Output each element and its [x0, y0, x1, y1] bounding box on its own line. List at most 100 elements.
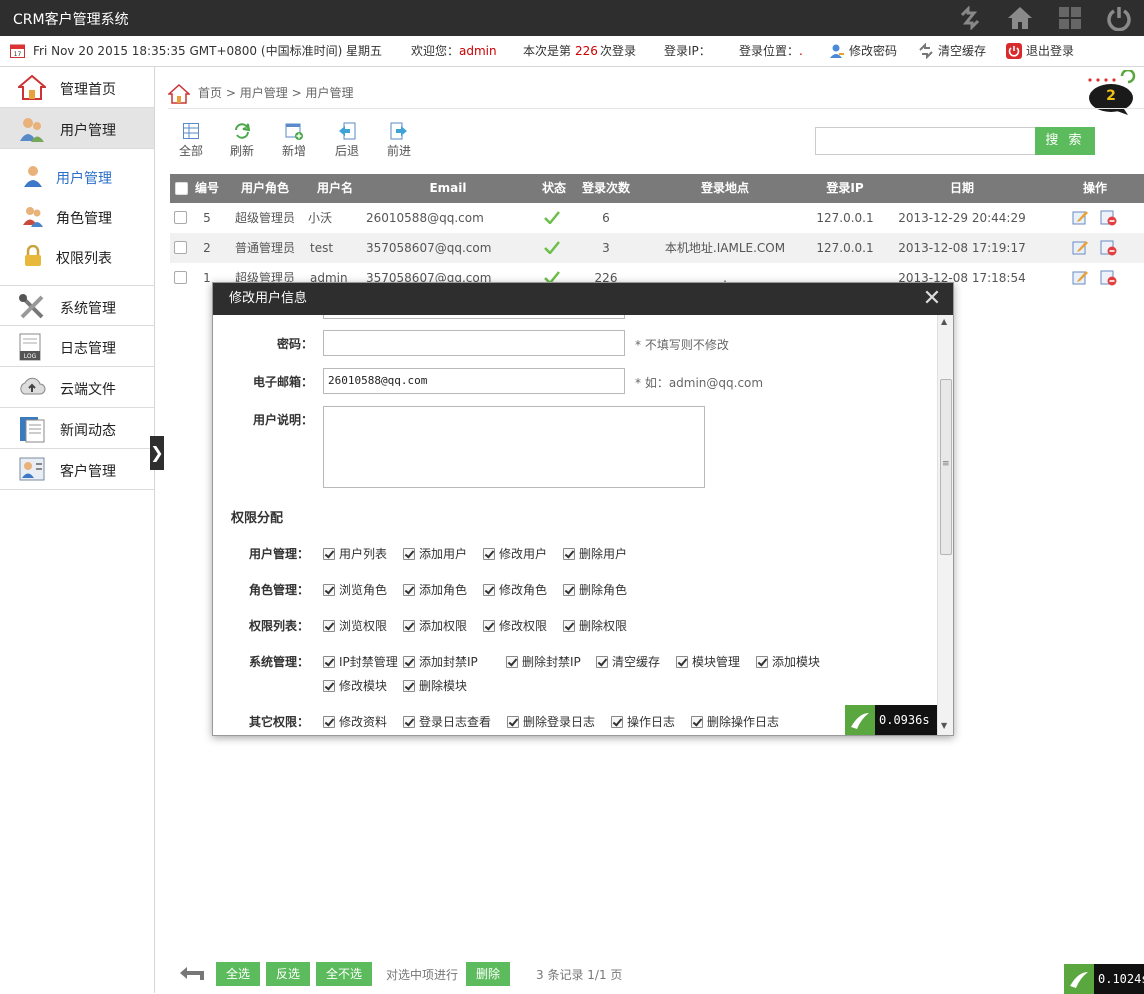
perm-checkbox[interactable]: 浏览权限 [323, 617, 387, 634]
sidebar-item-home[interactable]: 管理首页 [0, 67, 154, 108]
perm-checkbox[interactable]: 修改模块 [323, 677, 387, 694]
home-icon[interactable] [1006, 4, 1034, 32]
checkbox[interactable] [323, 547, 335, 560]
dialog-scrollbar[interactable]: ▲ ≡ ▼ [937, 315, 953, 735]
scroll-up-icon[interactable]: ▲ [941, 317, 947, 326]
checkbox[interactable] [323, 679, 335, 692]
breadcrumb-home[interactable]: 首页 [198, 86, 222, 100]
delete-icon[interactable] [1099, 269, 1117, 289]
perm-checkbox[interactable]: 删除操作日志 [691, 713, 779, 730]
sidebar-subitem-roles[interactable]: 角色管理 [0, 197, 154, 237]
perm-checkbox[interactable]: 用户列表 [323, 545, 387, 562]
perm-checkbox[interactable]: 模块管理 [676, 653, 740, 670]
power-icon[interactable] [1105, 4, 1133, 32]
sidebar-item-cloud[interactable]: 云端文件 [0, 367, 154, 408]
email-field[interactable]: 26010588@qq.com [323, 368, 625, 394]
checkbox[interactable] [403, 619, 415, 632]
checkbox[interactable] [323, 619, 335, 632]
table-row[interactable]: 2 普通管理员 test 357058607@qq.com 3 本机地址.IAM… [170, 233, 1144, 263]
checkbox[interactable] [323, 715, 335, 728]
refresh-icon[interactable] [956, 4, 984, 32]
checkbox[interactable] [611, 715, 623, 728]
perm-checkbox[interactable]: 删除角色 [563, 581, 627, 598]
row-checkbox[interactable] [174, 241, 187, 254]
checkbox[interactable] [507, 715, 519, 728]
edit-icon[interactable] [1071, 239, 1089, 259]
sidebar-item-system[interactable]: 系统管理 [0, 285, 154, 326]
edit-icon[interactable] [1071, 209, 1089, 229]
perm-checkbox[interactable]: 删除登录日志 [507, 713, 595, 730]
logout-link[interactable]: 退出登录 [1026, 36, 1074, 67]
sidebar-subitem-permissions[interactable]: 权限列表 [0, 237, 154, 277]
perm-checkbox[interactable]: 登录日志查看 [403, 713, 491, 730]
username-field[interactable] [323, 315, 625, 319]
close-icon[interactable]: ✕ [919, 286, 945, 312]
perm-checkbox[interactable]: 修改权限 [483, 617, 547, 634]
notification-bubble[interactable]: 2 [1084, 70, 1140, 116]
checkbox[interactable] [323, 655, 335, 668]
delete-selected-button[interactable]: 删除 [466, 962, 510, 986]
perm-checkbox[interactable]: IP封禁管理 [323, 653, 398, 670]
search-input[interactable] [815, 127, 1036, 155]
add-button[interactable]: 新增 [274, 122, 314, 159]
return-arrow-icon[interactable] [178, 966, 206, 985]
perm-checkbox[interactable]: 删除权限 [563, 617, 627, 634]
description-field[interactable] [323, 406, 705, 488]
password-field[interactable] [323, 330, 625, 356]
perm-checkbox[interactable]: 删除模块 [403, 677, 467, 694]
perm-checkbox[interactable]: 删除用户 [563, 545, 627, 562]
checkbox[interactable] [483, 619, 495, 632]
sidebar-subitem-user-manage[interactable]: 用户管理 [0, 157, 154, 197]
checkbox[interactable] [483, 547, 495, 560]
select-all-checkbox[interactable] [175, 182, 188, 195]
logout-icon[interactable] [1006, 43, 1022, 59]
checkbox[interactable] [563, 583, 575, 596]
clear-cache-link[interactable]: 清空缓存 [938, 36, 986, 67]
checkbox[interactable] [691, 715, 703, 728]
forward-button[interactable]: 前进 [379, 122, 419, 159]
checkbox[interactable] [676, 655, 688, 668]
select-none-button[interactable]: 全不选 [316, 962, 372, 986]
checkbox[interactable] [483, 583, 495, 596]
checkbox[interactable] [506, 655, 518, 668]
checkbox[interactable] [403, 679, 415, 692]
checkbox[interactable] [403, 547, 415, 560]
scroll-down-icon[interactable]: ▼ [941, 721, 947, 730]
perm-checkbox[interactable]: 删除封禁IP [506, 653, 581, 670]
select-all-button[interactable]: 全选 [216, 962, 260, 986]
breadcrumb-level1[interactable]: 用户管理 [240, 86, 288, 100]
checkbox[interactable] [403, 583, 415, 596]
sidebar-toggle[interactable]: ❯ [150, 436, 164, 470]
perm-checkbox[interactable]: 修改用户 [483, 545, 547, 562]
perm-checkbox[interactable]: 清空缓存 [596, 653, 660, 670]
refresh-button[interactable]: 刷新 [222, 122, 262, 159]
delete-icon[interactable] [1099, 209, 1117, 229]
perm-checkbox[interactable]: 添加权限 [403, 617, 467, 634]
all-button[interactable]: 全部 [171, 122, 211, 159]
perm-checkbox[interactable]: 添加用户 [403, 545, 467, 562]
row-checkbox[interactable] [174, 211, 187, 224]
home-icon[interactable] [167, 83, 191, 104]
delete-icon[interactable] [1099, 239, 1117, 259]
edit-icon[interactable] [1071, 269, 1089, 289]
change-password-link[interactable]: 修改密码 [849, 36, 897, 67]
checkbox[interactable] [403, 655, 415, 668]
checkbox[interactable] [563, 547, 575, 560]
checkbox[interactable] [323, 583, 335, 596]
row-checkbox[interactable] [174, 271, 187, 284]
sidebar-item-logs[interactable]: LOG 日志管理 [0, 326, 154, 367]
grid-icon[interactable] [1056, 4, 1084, 32]
sidebar-item-news[interactable]: 新闻动态 [0, 408, 154, 449]
scrollbar-thumb[interactable]: ≡ [940, 379, 952, 555]
sidebar-item-customers[interactable]: 客户管理 [0, 449, 154, 490]
checkbox[interactable] [403, 715, 415, 728]
checkbox[interactable] [563, 619, 575, 632]
perm-checkbox[interactable]: 添加模块 [756, 653, 820, 670]
checkbox[interactable] [596, 655, 608, 668]
perm-checkbox[interactable]: 修改资料 [323, 713, 387, 730]
perm-checkbox[interactable]: 操作日志 [611, 713, 675, 730]
invert-selection-button[interactable]: 反选 [266, 962, 310, 986]
user-key-icon[interactable] [829, 43, 845, 59]
search-button[interactable]: 搜 索 [1035, 127, 1095, 155]
perm-checkbox[interactable]: 添加角色 [403, 581, 467, 598]
